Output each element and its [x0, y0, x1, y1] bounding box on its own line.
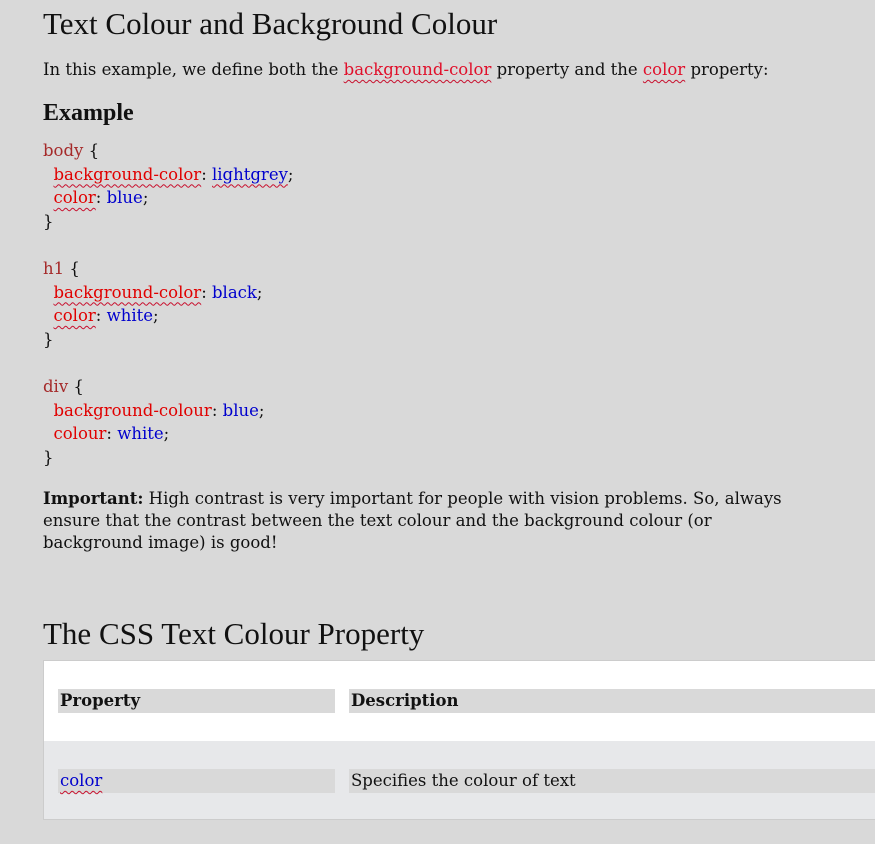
- code-value: blue: [106, 188, 143, 207]
- page-title: Text Colour and Background Colour: [43, 6, 498, 41]
- table-header-row: Property Description: [44, 661, 875, 741]
- code-line: color: white;: [53, 306, 159, 325]
- code-line: background-color: black;: [53, 282, 263, 302]
- code-line: colour: white;: [53, 424, 170, 443]
- code-brace: {: [68, 377, 84, 396]
- code-example: body { background-color: lightgrey; colo…: [43, 139, 293, 469]
- code-brace: }: [43, 211, 54, 231]
- code-line: background-color: lightgrey;: [53, 164, 294, 184]
- code-value: white: [106, 306, 154, 325]
- code-line: }: [43, 210, 293, 234]
- intro-term-color: color: [642, 60, 686, 79]
- code-value: blue: [222, 400, 259, 420]
- code-line: color: blue;: [53, 188, 149, 207]
- intro-text-3: property:: [685, 60, 769, 79]
- code-brace: {: [83, 141, 100, 160]
- important-note: Important: High contrast is very importa…: [43, 488, 803, 554]
- code-brace: }: [43, 329, 54, 349]
- code-selector: body: [43, 141, 84, 160]
- section-heading: The CSS Text Colour Property: [43, 616, 425, 651]
- code-property: color: [53, 306, 96, 325]
- table-header-description: Description: [349, 689, 875, 713]
- intro-text-1: In this example, we define both the: [43, 60, 344, 79]
- intro-paragraph: In this example, we define both the back…: [43, 60, 769, 79]
- code-property: background-colour: [53, 400, 212, 420]
- property-link-color[interactable]: color: [60, 771, 102, 790]
- example-heading: Example: [43, 100, 134, 126]
- table-cell-property: color: [58, 769, 335, 793]
- code-line: }: [43, 446, 293, 470]
- code-line: }: [43, 328, 293, 352]
- code-value: white: [117, 424, 164, 443]
- code-selector: h1: [43, 259, 65, 278]
- code-value: black: [212, 282, 257, 302]
- code-brace: }: [43, 447, 54, 467]
- code-line: div {: [43, 375, 293, 399]
- code-selector: div: [43, 377, 69, 396]
- code-value: lightgrey: [212, 164, 288, 184]
- code-property: color: [53, 188, 96, 207]
- property-table: Property Description color Specifies the…: [43, 660, 875, 820]
- table-row: color Specifies the colour of text: [44, 741, 875, 819]
- code-line: h1 {: [43, 257, 293, 281]
- code-brace: {: [64, 259, 80, 278]
- important-label: Important:: [43, 489, 144, 508]
- code-property: background-color: [53, 282, 202, 302]
- table-cell-description: Specifies the colour of text: [349, 769, 875, 793]
- intro-text-2: property and the: [491, 60, 643, 79]
- table-header-property: Property: [58, 689, 335, 713]
- code-line: body {: [43, 139, 293, 163]
- code-property: colour: [53, 424, 107, 443]
- code-property: background-color: [53, 164, 202, 184]
- code-line: background-colour: blue;: [53, 400, 265, 420]
- intro-term-background-color: background-color: [343, 60, 492, 79]
- important-text: High contrast is very important for peop…: [43, 489, 782, 552]
